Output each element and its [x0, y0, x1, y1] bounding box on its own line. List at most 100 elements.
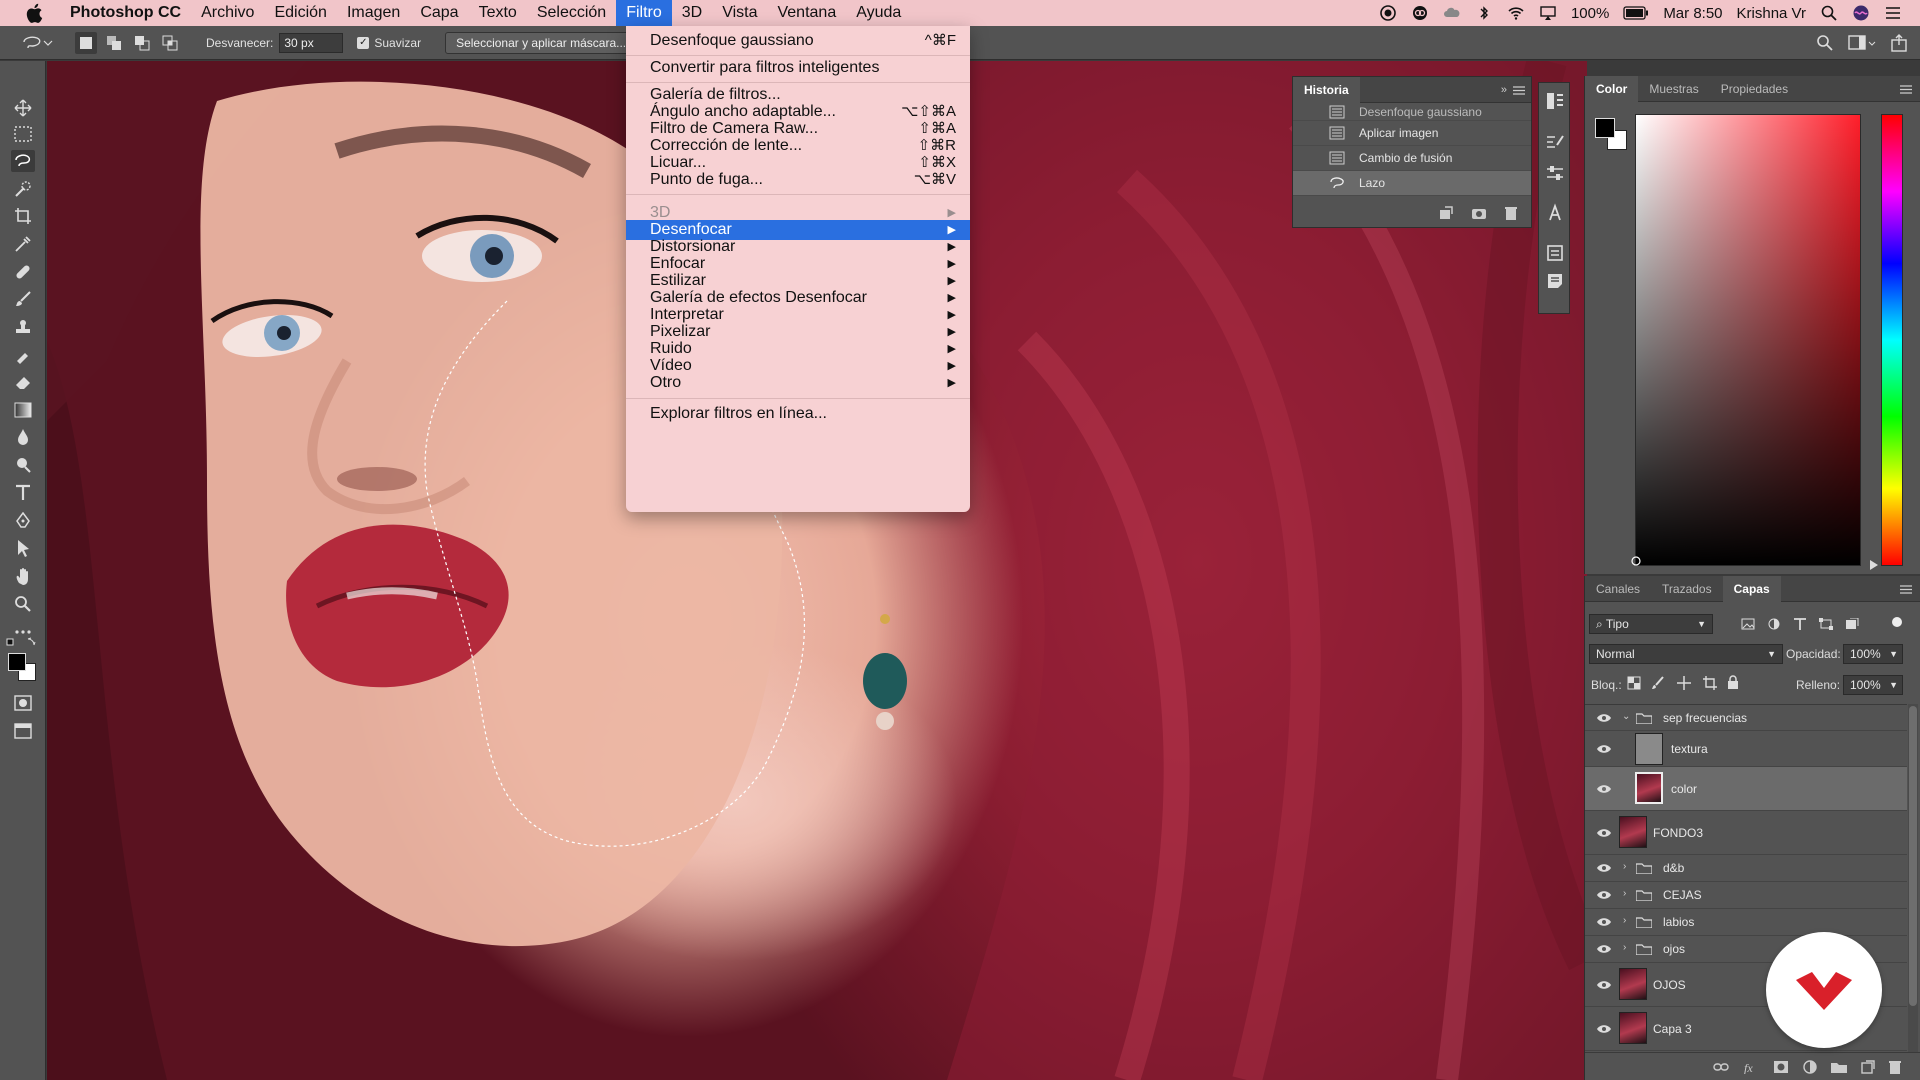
visibility-eye-icon[interactable] — [1596, 828, 1612, 838]
menu-item-other[interactable]: Otro ▶ — [626, 373, 970, 393]
tab-paths[interactable]: Trazados — [1651, 576, 1723, 602]
tab-properties[interactable]: Propiedades — [1710, 76, 1799, 102]
hue-slider-handle-icon[interactable] — [1870, 560, 1878, 570]
layer-row-group[interactable]: › d&b — [1585, 855, 1907, 882]
menu-ayuda[interactable]: Ayuda — [846, 0, 911, 26]
chevron-right-icon[interactable]: › — [1623, 888, 1626, 899]
add-mask-icon[interactable] — [1773, 1060, 1789, 1074]
blur-tool[interactable] — [11, 426, 35, 448]
character-icon[interactable] — [1545, 203, 1565, 223]
visibility-eye-icon[interactable] — [1596, 944, 1612, 954]
user-name[interactable]: Krishna Vr — [1737, 5, 1806, 22]
menu-seleccion[interactable]: Selección — [527, 0, 616, 26]
dodge-tool[interactable] — [11, 454, 35, 476]
filter-toggle-icon[interactable] — [1891, 616, 1903, 628]
visibility-eye-icon[interactable] — [1596, 1024, 1612, 1034]
creative-cloud-icon[interactable] — [1411, 5, 1429, 21]
share-icon[interactable] — [1890, 33, 1908, 52]
fill-input[interactable]: 100% ▼ — [1843, 675, 1903, 695]
notifications-icon[interactable] — [1884, 5, 1902, 21]
spotlight-search-icon[interactable] — [1820, 5, 1838, 21]
swap-colors[interactable] — [6, 636, 40, 650]
move-tool[interactable] — [11, 97, 35, 119]
eraser-tool[interactable] — [11, 371, 35, 393]
opacity-input[interactable]: 100% ▼ — [1843, 644, 1903, 664]
marquee-tool[interactable] — [11, 123, 35, 145]
visibility-eye-icon[interactable] — [1596, 784, 1612, 794]
visibility-eye-icon[interactable] — [1596, 744, 1612, 754]
pen-tool[interactable] — [11, 510, 35, 532]
chevron-right-icon[interactable]: › — [1623, 942, 1626, 953]
color-swatches[interactable] — [8, 653, 38, 683]
screen-mode-button[interactable] — [11, 720, 35, 742]
menu-app[interactable]: Photoshop CC — [60, 0, 191, 26]
blend-mode-select[interactable]: Normal ▼ — [1589, 644, 1783, 664]
visibility-eye-icon[interactable] — [1596, 980, 1612, 990]
history-row[interactable]: Aplicar imagen — [1293, 121, 1531, 146]
new-selection-button[interactable] — [75, 31, 97, 54]
lasso-preset-icon[interactable] — [20, 33, 54, 53]
snapshot-camera-icon[interactable] — [1471, 206, 1487, 220]
trash-icon[interactable] — [1505, 206, 1517, 220]
chevron-down-icon[interactable]: ⌄ — [1622, 711, 1630, 722]
menu-3d[interactable]: 3D — [672, 0, 712, 26]
tab-swatches[interactable]: Muestras — [1638, 76, 1709, 102]
menu-capa[interactable]: Capa — [410, 0, 468, 26]
path-selection-tool[interactable] — [11, 537, 35, 559]
battery-icon[interactable] — [1623, 6, 1649, 20]
intersect-selection-button[interactable] — [159, 32, 181, 54]
quick-mask-button[interactable] — [11, 692, 35, 714]
menu-archivo[interactable]: Archivo — [191, 0, 264, 26]
brush-settings-icon[interactable] — [1545, 133, 1565, 153]
saturation-brightness-field[interactable] — [1635, 114, 1861, 566]
panel-menu-icon[interactable] — [1513, 86, 1525, 95]
layer-row-group[interactable]: ⌄ sep frecuencias — [1585, 705, 1907, 731]
filter-pixel-icon[interactable] — [1741, 618, 1755, 630]
trash-icon[interactable] — [1889, 1060, 1901, 1074]
lasso-tool[interactable] — [11, 150, 35, 172]
history-brush-tool[interactable] — [11, 344, 35, 366]
adjustment-layer-icon[interactable] — [1803, 1059, 1817, 1074]
history-row-selected[interactable]: Lazo — [1293, 171, 1531, 196]
lock-transparent-icon[interactable] — [1627, 676, 1641, 690]
cloud-sync-icon[interactable] — [1443, 5, 1461, 21]
visibility-eye-icon[interactable] — [1596, 917, 1612, 927]
adjustments-icon[interactable] — [1545, 163, 1565, 183]
lock-move-icon[interactable] — [1677, 676, 1691, 690]
tab-channels[interactable]: Canales — [1585, 576, 1651, 602]
new-document-from-state-icon[interactable] — [1439, 206, 1453, 220]
collapse-icon[interactable]: » — [1501, 84, 1507, 96]
quick-selection-tool[interactable] — [11, 178, 35, 200]
link-layers-icon[interactable] — [1713, 1062, 1729, 1072]
lock-brush-icon[interactable] — [1651, 676, 1665, 690]
clock[interactable]: Mar 8:50 — [1663, 5, 1722, 22]
layers-scrollbar-thumb[interactable] — [1909, 706, 1917, 1006]
menu-item-smart-filters[interactable]: Convertir para filtros inteligentes — [626, 58, 970, 78]
add-selection-button[interactable] — [103, 32, 125, 54]
brush-tool[interactable] — [11, 288, 35, 310]
clone-stamp-tool[interactable] — [11, 316, 35, 338]
history-row[interactable]: Desenfoque gaussiano — [1293, 103, 1531, 121]
new-layer-icon[interactable] — [1861, 1059, 1875, 1074]
filter-smart-object-icon[interactable] — [1845, 618, 1859, 630]
menu-item-last-filter[interactable]: Desenfoque gaussiano ^⌘F — [626, 31, 970, 51]
eyedropper-tool[interactable] — [11, 233, 35, 255]
search-icon[interactable] — [1816, 34, 1834, 52]
history-row[interactable]: Cambio de fusión — [1293, 146, 1531, 171]
visibility-eye-icon[interactable] — [1596, 863, 1612, 873]
menu-filtro[interactable]: Filtro — [616, 0, 672, 26]
tab-layers[interactable]: Capas — [1722, 575, 1781, 602]
foreground-color-swatch[interactable] — [8, 653, 26, 671]
filter-adjustment-icon[interactable] — [1767, 618, 1781, 630]
menu-item-vanishing-point[interactable]: Punto de fuga... ⌥⌘V — [626, 170, 970, 190]
hand-tool[interactable] — [11, 565, 35, 587]
chevron-right-icon[interactable]: › — [1623, 915, 1626, 926]
visibility-eye-icon[interactable] — [1596, 713, 1612, 723]
lock-all-icon[interactable] — [1727, 675, 1739, 690]
gradient-tool[interactable] — [11, 399, 35, 421]
menu-item-browse-online[interactable]: Explorar filtros en línea... — [626, 404, 970, 424]
airplay-icon[interactable] — [1539, 5, 1557, 21]
tab-color[interactable]: Color — [1585, 75, 1639, 102]
foreground-color-swatch[interactable] — [1595, 118, 1615, 138]
menu-vista[interactable]: Vista — [712, 0, 767, 26]
